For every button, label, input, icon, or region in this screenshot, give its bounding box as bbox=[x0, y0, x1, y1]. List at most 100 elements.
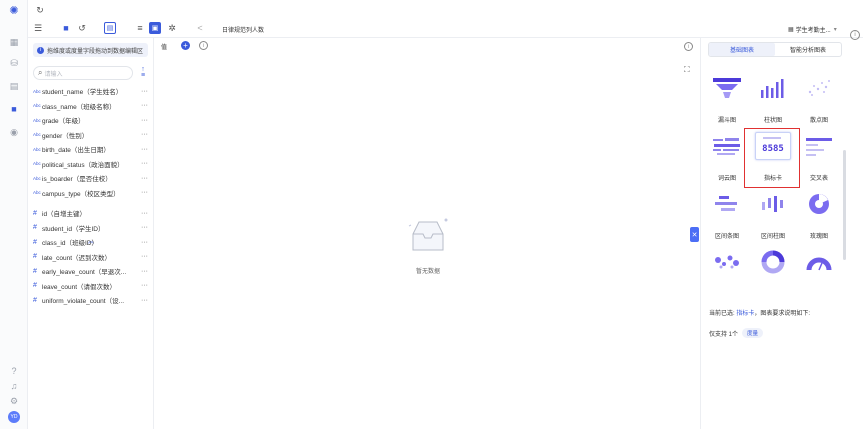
share-icon[interactable]: < bbox=[194, 22, 206, 34]
fullscreen-icon[interactable]: ⛶ bbox=[684, 65, 690, 75]
support-note: 仅支持 1个 度量 bbox=[709, 328, 764, 338]
notification-icon[interactable]: ♫ bbox=[8, 380, 20, 392]
chart-option-map-chart[interactable] bbox=[705, 244, 749, 300]
more-icon[interactable]: ··· bbox=[141, 117, 148, 124]
dimension-field[interactable]: Abc class_name（班级名称） ··· bbox=[33, 99, 151, 114]
number-type-icon: # bbox=[33, 253, 37, 261]
nav-chart-icon[interactable]: ▤ bbox=[8, 80, 20, 92]
tab-smart-charts[interactable]: 智能分析图表 bbox=[775, 43, 841, 56]
chart-option-rose-chart[interactable]: 玫瑰图 bbox=[797, 186, 841, 242]
chart-option-label: 区间条图 bbox=[714, 234, 739, 240]
chart-option-label: 散点图 bbox=[809, 118, 828, 124]
help-corner-icon[interactable]: i bbox=[850, 30, 860, 40]
save-icon[interactable]: ■ bbox=[60, 22, 72, 34]
nav-grid-icon[interactable]: ▦ bbox=[8, 36, 20, 48]
help-icon[interactable]: ? bbox=[8, 365, 20, 377]
more-icon[interactable]: ··· bbox=[141, 239, 148, 246]
chart-option-range-column[interactable]: 区间柱图 bbox=[751, 186, 795, 242]
dimension-field[interactable]: Abc campus_type（校区类型） ··· bbox=[33, 186, 151, 201]
chart-option-label: 漏斗图 bbox=[717, 118, 736, 124]
avatar[interactable]: YD bbox=[8, 411, 20, 423]
chart-option-funnel-chart[interactable]: 漏斗图 bbox=[705, 70, 749, 126]
field-name: student_id（学生ID） bbox=[42, 225, 105, 233]
field-name: late_count（迟到次数） bbox=[42, 254, 111, 262]
chart-option-ring-chart[interactable] bbox=[751, 244, 795, 300]
chevron-down-icon: ▾ bbox=[833, 27, 837, 33]
drag-hint: i 拖维度或度量字段拖动到数据编辑区 bbox=[33, 43, 148, 57]
nav-folder-icon[interactable]: ■ bbox=[8, 103, 20, 115]
chart-option-cross-table[interactable]: 交叉表 bbox=[797, 128, 841, 184]
dimension-field[interactable]: Abc student_name（学生姓名） ··· bbox=[33, 84, 151, 99]
funnel-chart-icon bbox=[709, 74, 745, 102]
text-type-icon: Abc bbox=[33, 132, 41, 138]
settings-icon[interactable]: ✲ bbox=[166, 22, 178, 34]
nav-database-icon[interactable]: ⛁ bbox=[8, 57, 20, 69]
more-icon[interactable]: ··· bbox=[141, 224, 148, 231]
left-nav-rail: ✺ ▦ ⛁ ▤ ■ ◉ ? ♫ ⚙ YD bbox=[0, 0, 28, 429]
refresh-icon[interactable]: ↻ bbox=[34, 4, 46, 16]
settings-gear-icon[interactable]: ⚙ bbox=[8, 395, 20, 407]
scrollbar[interactable] bbox=[843, 150, 846, 260]
tab-basic-charts[interactable]: 基础图表 bbox=[709, 43, 775, 56]
measure-field[interactable]: # late_count（迟到次数） ··· bbox=[33, 250, 151, 265]
chart-option-word-cloud[interactable]: 词云图 bbox=[705, 128, 749, 184]
cross-table-icon bbox=[801, 132, 837, 160]
more-icon[interactable]: ··· bbox=[141, 175, 148, 182]
number-type-icon: # bbox=[33, 209, 37, 217]
more-icon[interactable]: ··· bbox=[141, 282, 148, 289]
measure-field[interactable]: # uniform_violate_count（设... ··· bbox=[33, 293, 151, 308]
more-icon[interactable]: ··· bbox=[141, 88, 148, 95]
measure-field[interactable]: # early_leave_count（早退次... ··· bbox=[33, 264, 151, 279]
bar-chart-icon bbox=[755, 74, 791, 102]
grid-icon[interactable]: ▣ bbox=[149, 22, 161, 34]
measure-field[interactable]: # leave_count（请假次数） ··· bbox=[33, 279, 151, 294]
collapse-panel-button[interactable]: ✕ bbox=[690, 227, 699, 242]
text-type-icon: Abc bbox=[33, 161, 41, 167]
add-icon[interactable]: + bbox=[181, 41, 190, 50]
chart-option-gauge-chart[interactable] bbox=[797, 244, 841, 300]
measure-field[interactable]: # class_id（班级ID） ··· bbox=[33, 235, 151, 250]
nav-settings-icon[interactable]: ◉ bbox=[8, 126, 20, 138]
dimension-field[interactable]: Abc is_boarder（是否住校） ··· bbox=[33, 171, 151, 186]
current-chart-name: 指标卡 bbox=[736, 311, 755, 317]
dimension-field[interactable]: Abc grade（年级） ··· bbox=[33, 113, 151, 128]
field-name: birth_date（出生日期） bbox=[42, 147, 110, 155]
help-circle-icon[interactable]: i bbox=[684, 42, 693, 51]
table-view-icon[interactable]: ▤ bbox=[104, 22, 116, 34]
measure-list: # id（自增主键） ··· # student_id（学生ID） ··· # class_i… bbox=[33, 206, 151, 308]
more-icon[interactable]: ··· bbox=[141, 253, 148, 260]
dimension-field[interactable]: Abc birth_date（出生日期） ··· bbox=[33, 142, 151, 157]
dataset-selector[interactable]: ▦ 学生考勤主... ▾ bbox=[788, 25, 837, 34]
more-icon[interactable]: ··· bbox=[141, 146, 148, 153]
more-icon[interactable]: ··· bbox=[141, 210, 148, 217]
info-circle-icon[interactable]: i bbox=[199, 41, 208, 50]
measure-field[interactable]: # student_id（学生ID） ··· bbox=[33, 221, 151, 236]
more-icon[interactable]: ··· bbox=[141, 189, 148, 196]
more-icon[interactable]: ··· bbox=[141, 297, 148, 304]
scatter-chart-icon bbox=[801, 74, 837, 102]
more-icon[interactable]: ··· bbox=[141, 268, 148, 275]
dimension-field[interactable]: Abc political_status（政治面貌） ··· bbox=[33, 157, 151, 172]
chart-canvas: 值 + i i ⛶ 暂无数据 bbox=[155, 38, 699, 429]
drag-hint-text: 拖维度或度量字段拖动到数据编辑区 bbox=[47, 48, 144, 55]
info-icon: i bbox=[37, 46, 44, 54]
more-icon[interactable]: ··· bbox=[141, 160, 148, 167]
sort-icon[interactable]: ↑ ≡ bbox=[138, 66, 148, 79]
more-icon[interactable]: ··· bbox=[141, 102, 148, 109]
chart-option-label: 柱状图 bbox=[763, 118, 782, 124]
field-name: student_name（学生姓名） bbox=[42, 89, 123, 97]
filter-icon[interactable]: ≡ bbox=[134, 22, 146, 34]
search-input[interactable]: ⌕ 请输入 bbox=[33, 66, 133, 80]
menu-icon[interactable]: ☰ bbox=[32, 22, 44, 34]
chart-option-scatter-chart[interactable]: 散点图 bbox=[797, 70, 841, 126]
selected-chart-highlight bbox=[744, 128, 800, 188]
chart-option-range-bar[interactable]: 区间条图 bbox=[705, 186, 749, 242]
chart-option-bar-chart[interactable]: 柱状图 bbox=[751, 70, 795, 126]
undo-icon[interactable]: ↺ bbox=[76, 22, 88, 34]
word-cloud-icon bbox=[709, 132, 745, 160]
chart-option-label: 玫瑰图 bbox=[809, 234, 828, 240]
measure-field[interactable]: # id（自增主键） ··· bbox=[33, 206, 151, 221]
chart-option-label: 区间柱图 bbox=[760, 234, 785, 240]
more-icon[interactable]: ··· bbox=[141, 131, 148, 138]
dimension-field[interactable]: Abc gender（性别） ··· bbox=[33, 128, 151, 143]
